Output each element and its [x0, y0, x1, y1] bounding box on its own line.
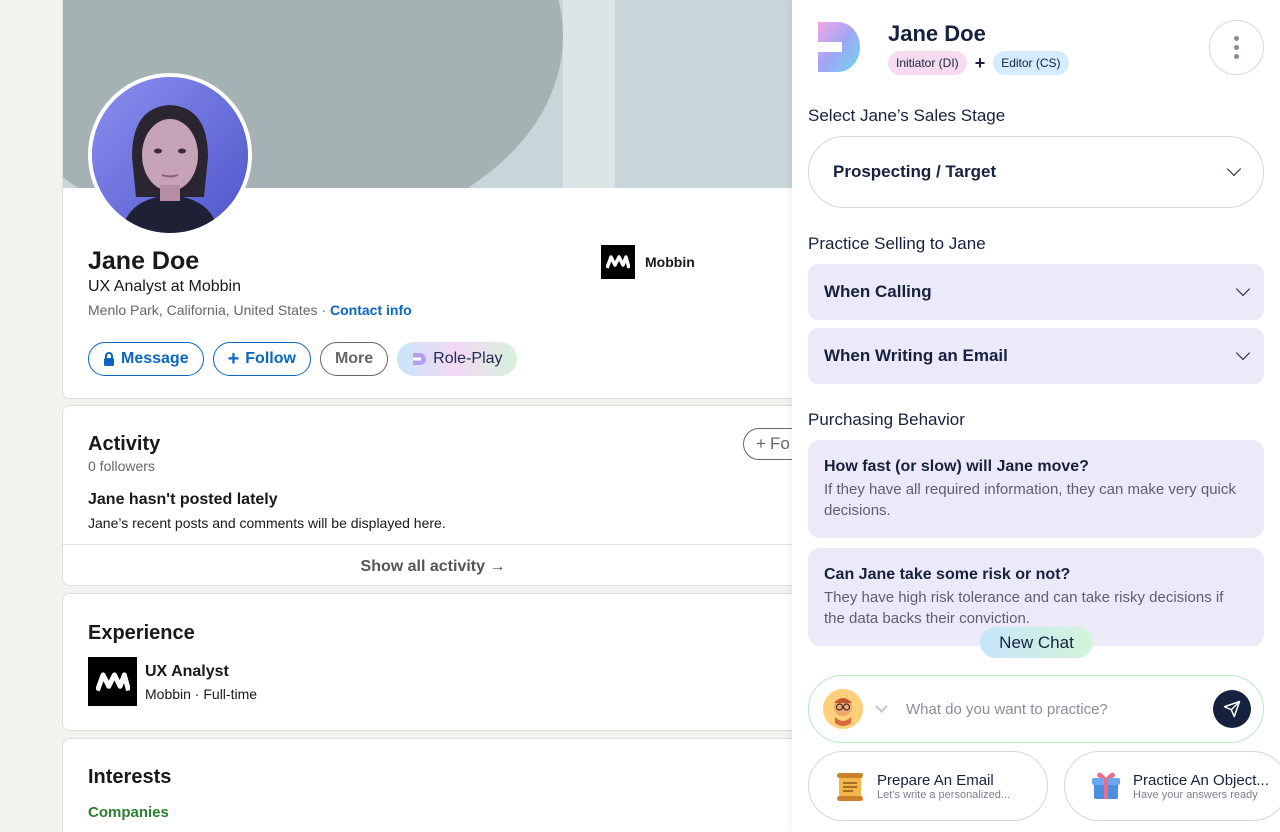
- behavior-text: If they have all required information, t…: [824, 481, 1236, 519]
- company-name: Mobbin: [645, 254, 695, 270]
- behavior-text: They have high risk tolerance and can ta…: [824, 589, 1224, 627]
- lock-icon: [104, 352, 114, 366]
- sales-stage-select[interactable]: Prospecting / Target: [808, 136, 1264, 208]
- plus-icon: +: [227, 348, 240, 370]
- scroll-icon: [837, 773, 863, 801]
- interests-card: Interests Companies: [62, 738, 802, 832]
- interests-title: Interests: [88, 766, 172, 788]
- contact-info-link[interactable]: Contact info: [330, 302, 412, 318]
- gift-icon: [1092, 772, 1120, 799]
- profile-card: Jane Doe UX Analyst at Mobbin Menlo Park…: [62, 0, 802, 399]
- behavior-card-speed: How fast (or slow) will Jane move? If th…: [808, 440, 1264, 538]
- accordion-label: When Calling: [824, 282, 932, 301]
- chevron-down-icon: [1235, 345, 1251, 361]
- more-button[interactable]: More: [319, 342, 389, 376]
- suggestion-subtitle: Have your answers ready: [1133, 788, 1258, 801]
- brand-icon: [413, 353, 427, 365]
- empty-state-text: Jane’s recent posts and comments will be…: [88, 515, 446, 531]
- plus-icon: +: [756, 434, 766, 453]
- avatar[interactable]: [88, 73, 252, 237]
- mobbin-logo-icon[interactable]: [88, 657, 137, 706]
- persona-tags: Initiator (DI) + Editor (CS): [888, 51, 1069, 75]
- chat-composer: [808, 675, 1264, 743]
- message-label: Message: [121, 350, 189, 367]
- role-play-button[interactable]: Role-Play: [397, 342, 517, 376]
- behavior-title: Can Jane take some risk or not?: [824, 566, 1071, 583]
- profile-name: Jane Doe: [88, 247, 200, 275]
- divider: [63, 544, 801, 545]
- mobbin-logo-icon: [601, 245, 635, 279]
- suggestion-practice-objection[interactable]: Practice An Object... Have your answers …: [1064, 751, 1280, 821]
- sales-stage-value: Prospecting / Target: [833, 162, 997, 181]
- role-play-label: Role-Play: [433, 350, 503, 367]
- show-all-activity-link[interactable]: Show all activity →: [63, 558, 801, 576]
- page-gutter: [0, 0, 62, 832]
- more-options-icon[interactable]: [1209, 20, 1264, 75]
- tab-companies[interactable]: Companies: [88, 804, 169, 821]
- location-text: Menlo Park, California, United States ·: [88, 302, 330, 318]
- cover-strip: [563, 0, 615, 188]
- follow-label: Fo: [769, 434, 790, 453]
- current-company[interactable]: Mobbin: [601, 245, 695, 279]
- new-chat-button[interactable]: New Chat: [980, 627, 1093, 658]
- follow-label: Follow: [245, 350, 296, 367]
- accordion-when-writing-email[interactable]: When Writing an Email: [808, 328, 1264, 384]
- sales-stage-label: Select Jane’s Sales Stage: [808, 106, 1006, 125]
- send-icon[interactable]: [1213, 690, 1251, 728]
- accordion-label: When Writing an Email: [824, 346, 1008, 365]
- suggestion-title: Practice An Object...: [1133, 771, 1269, 789]
- chevron-down-icon[interactable]: [875, 700, 888, 713]
- chevron-down-icon: [1226, 161, 1242, 177]
- follow-button[interactable]: + Follow: [212, 342, 311, 376]
- profile-actions: Message + Follow More Role-Play: [88, 342, 517, 376]
- coach-avatar[interactable]: [823, 689, 863, 729]
- message-button[interactable]: Message: [88, 342, 204, 376]
- role-play-panel: Jane Doe Initiator (DI) + Editor (CS) Se…: [792, 0, 1280, 832]
- profile-location: Menlo Park, California, United States · …: [88, 302, 412, 318]
- suggestion-prepare-email[interactable]: Prepare An Email Let’s write a personali…: [808, 751, 1048, 821]
- suggestion-title: Prepare An Email: [877, 771, 994, 789]
- tag-initiator: Initiator (DI): [888, 51, 967, 75]
- tag-plus: +: [974, 52, 986, 73]
- accordion-when-calling[interactable]: When Calling: [808, 264, 1264, 320]
- activity-title: Activity: [88, 433, 161, 455]
- persona-name: Jane Doe: [888, 21, 986, 46]
- chevron-down-icon: [1235, 281, 1251, 297]
- brand-logo-icon: [818, 22, 860, 72]
- empty-state-title: Jane hasn't posted lately: [88, 491, 278, 508]
- activity-card: Activity 0 followers + Fo Jane hasn't pos…: [62, 405, 802, 586]
- profile-headline: UX Analyst at Mobbin: [88, 278, 241, 295]
- followers-count: 0 followers: [88, 458, 155, 474]
- tag-editor: Editor (CS): [993, 51, 1069, 75]
- behavior-title: How fast (or slow) will Jane move?: [824, 458, 1089, 475]
- chat-input[interactable]: [906, 700, 1213, 718]
- practice-label: Practice Selling to Jane: [808, 234, 986, 253]
- suggestion-text: Practice An Object... Have your answers …: [1133, 772, 1269, 801]
- experience-card: Experience UX Analyst Mobbin · Full-time: [62, 593, 802, 731]
- experience-company: Mobbin · Full-time: [145, 686, 258, 702]
- suggestion-subtitle: Let’s write a personalized...: [877, 788, 1011, 801]
- experience-title: Experience: [88, 622, 195, 644]
- purchasing-behavior-label: Purchasing Behavior: [808, 410, 965, 429]
- suggestion-text: Prepare An Email Let’s write a personali…: [877, 772, 1010, 801]
- experience-role[interactable]: UX Analyst: [145, 663, 229, 681]
